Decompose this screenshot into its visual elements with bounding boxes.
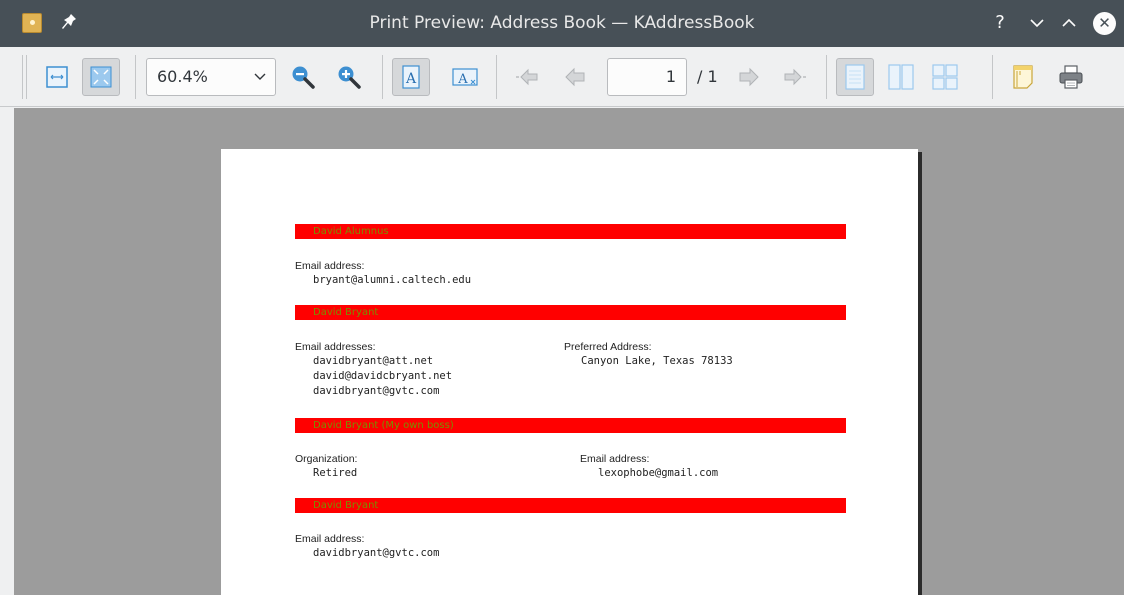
svg-text:A: A (405, 71, 417, 87)
toolbar-separator (826, 55, 827, 99)
field-value: bryant@alumni.caltech.edu (313, 274, 472, 286)
current-page-input[interactable]: 1 (607, 58, 687, 96)
svg-text:A: A (457, 72, 468, 87)
contact-header: David Alumnus (295, 224, 846, 239)
contact-header: David Bryant (295, 305, 846, 320)
field-label: Organization: (295, 453, 358, 465)
print-button[interactable] (1052, 58, 1090, 96)
contact-name: David Bryant (313, 500, 379, 511)
field-value: davidbryant@gvtc.com (313, 547, 440, 559)
field-value: david@davidcbryant.net (313, 370, 453, 382)
field-label: Email address: (295, 533, 365, 545)
print-preview-window: Print Preview: Address Book — KAddressBo… (0, 0, 1124, 595)
single-page-button[interactable] (836, 58, 874, 96)
last-page-icon (784, 68, 806, 86)
fit-width-icon (46, 66, 68, 88)
printed-page: David Alumnus Email address: bryant@alum… (221, 149, 918, 595)
next-page-button[interactable] (730, 58, 768, 96)
title-bar: Print Preview: Address Book — KAddressBo… (0, 0, 1124, 47)
zoom-in-button[interactable] (330, 58, 368, 96)
facing-pages-icon (888, 64, 914, 90)
field-value: lexophobe@gmail.com (598, 467, 719, 479)
zoom-combobox[interactable]: 60.4% (146, 58, 276, 96)
fit-page-icon (90, 66, 112, 88)
first-page-button[interactable] (508, 58, 546, 96)
chevron-down-icon (253, 59, 267, 95)
help-button[interactable]: ? (990, 10, 1010, 36)
field-value: davidbryant@att.net (313, 355, 434, 367)
toolbar-separator (22, 55, 23, 99)
zoom-value: 60.4% (157, 67, 208, 86)
portrait-button[interactable]: A (392, 58, 430, 96)
single-page-icon (845, 64, 865, 90)
minimize-button[interactable] (1026, 10, 1048, 36)
toolbar-separator (496, 55, 497, 99)
field-value: Canyon Lake, Texas 78133 (581, 355, 733, 367)
zoom-in-icon (338, 66, 361, 89)
preview-toolbar: 60.4% A A 1 / 1 (0, 47, 1124, 107)
field-label: Email address: (580, 453, 650, 465)
page-setup-button[interactable] (1004, 58, 1042, 96)
field-label: Preferred Address: (564, 341, 652, 353)
landscape-icon: A (452, 68, 478, 87)
toolbar-separator (992, 55, 993, 99)
field-label: Email address: (295, 260, 365, 272)
facing-pages-button[interactable] (882, 58, 920, 96)
toolbar-separator (26, 55, 27, 99)
contact-name: David Bryant (My own boss) (313, 420, 454, 431)
overview-icon (932, 64, 958, 90)
previous-page-icon (565, 67, 585, 87)
fit-page-button[interactable] (82, 58, 120, 96)
last-page-button[interactable] (776, 58, 814, 96)
field-value: Retired (313, 467, 358, 479)
zoom-out-icon (292, 66, 315, 89)
printer-icon (1059, 65, 1083, 89)
page-setup-icon (1013, 65, 1033, 89)
fit-width-button[interactable] (38, 58, 76, 96)
current-page-value: 1 (665, 67, 676, 86)
toolbar-separator (135, 55, 136, 99)
overview-button[interactable] (926, 58, 964, 96)
contact-name: David Bryant (313, 307, 379, 318)
toolbar-separator (382, 55, 383, 99)
maximize-button[interactable] (1058, 10, 1080, 36)
contact-header: David Bryant (My own boss) (295, 418, 846, 433)
canvas-left-margin (0, 108, 14, 595)
close-button[interactable]: ✕ (1093, 12, 1116, 35)
window-title: Print Preview: Address Book — KAddressBo… (369, 13, 755, 33)
field-label: Email addresses: (295, 341, 376, 353)
page-total: / 1 (697, 67, 718, 86)
first-page-icon (516, 68, 538, 86)
field-value: davidbryant@gvtc.com (313, 385, 440, 397)
contact-header: David Bryant (295, 498, 846, 513)
previous-page-button[interactable] (556, 58, 594, 96)
next-page-icon (739, 67, 759, 87)
landscape-button[interactable]: A (446, 58, 484, 96)
portrait-icon: A (402, 65, 420, 89)
contact-name: David Alumnus (313, 226, 389, 237)
zoom-out-button[interactable] (284, 58, 322, 96)
